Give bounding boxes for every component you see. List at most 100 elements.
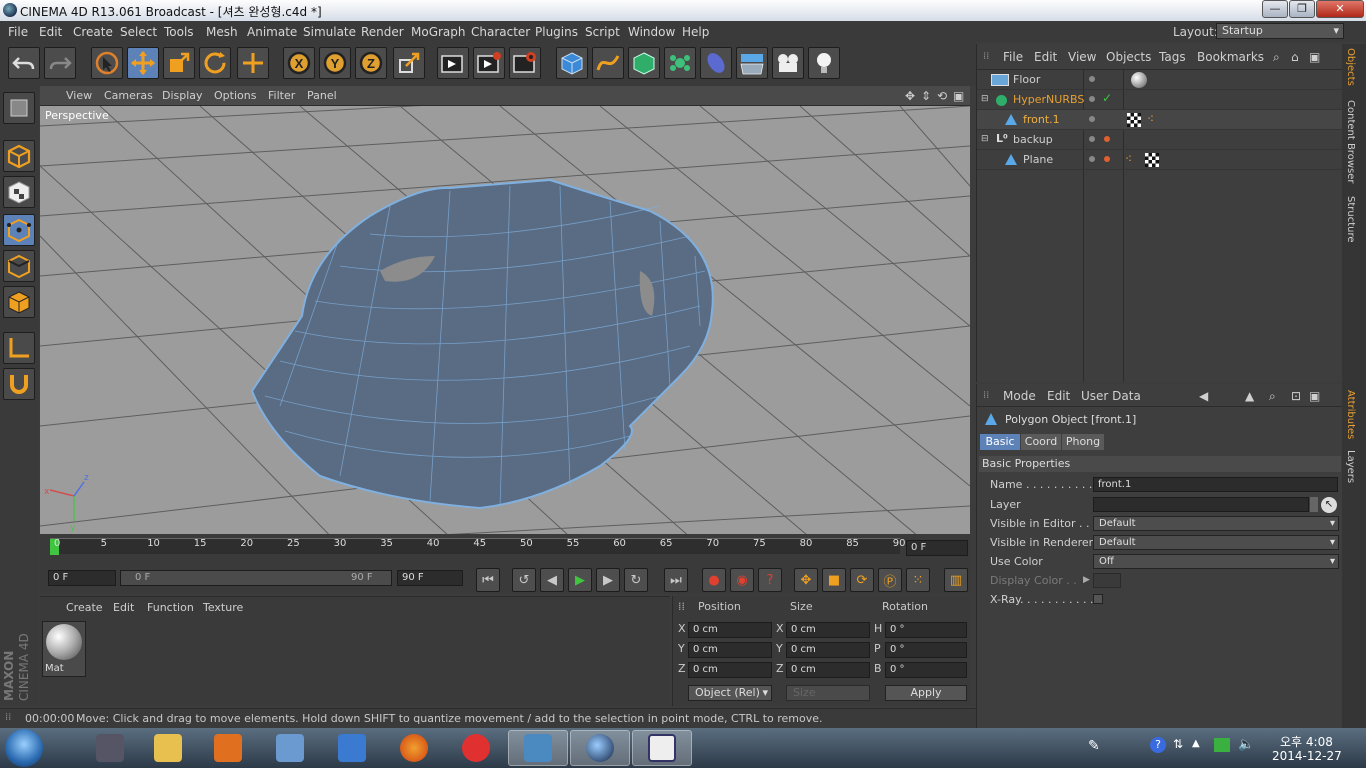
menu-simulate[interactable]: Simulate (303, 25, 356, 39)
display-color-swatch[interactable] (1093, 573, 1121, 588)
objmgr-menu-file[interactable]: File (1003, 50, 1023, 64)
attrmgr-menu-mode[interactable]: Mode (1003, 389, 1036, 403)
menu-mesh[interactable]: Mesh (206, 25, 238, 39)
name-input[interactable]: front.1 (1093, 477, 1338, 492)
object-row-plane[interactable]: Plane ⁖ (977, 150, 1343, 170)
objmgr-maximize-icon[interactable]: ▣ (1309, 50, 1320, 64)
menu-create[interactable]: Create (73, 25, 113, 39)
viewport-menu-view[interactable]: View (66, 89, 92, 102)
viewport-maximize-icon[interactable]: ▣ (953, 89, 964, 103)
polygons-mode-icon[interactable] (3, 286, 35, 318)
task-app-icon[interactable] (446, 730, 506, 766)
tab-coord[interactable]: Coord (1021, 434, 1061, 450)
material-menu-function[interactable]: Function (147, 601, 194, 614)
phong-tag-icon[interactable]: ⁖ (1147, 112, 1154, 126)
attrmgr-menu-userdata[interactable]: User Data (1081, 389, 1141, 403)
side-tab-content-browser[interactable]: Content Browser (1345, 100, 1356, 183)
visibility-dot[interactable] (1089, 156, 1095, 162)
menu-file[interactable]: File (8, 25, 28, 39)
record-keys-icon[interactable]: ● (702, 568, 726, 592)
collapse-icon[interactable]: ⊟ (981, 94, 989, 104)
position-field[interactable]: 0 cm (688, 622, 772, 638)
perspective-viewport[interactable]: x z y Perspective (40, 106, 970, 534)
keyframe-selection-icon[interactable]: ? (758, 568, 782, 592)
texture-tag-icon[interactable] (1127, 113, 1141, 127)
live-selection-icon[interactable] (91, 47, 123, 79)
task-live-icon[interactable] (632, 730, 692, 766)
play-icon[interactable]: ▶ (568, 568, 592, 592)
tray-network-icon[interactable]: ⇅ (1173, 737, 1183, 751)
layer-picker-icon[interactable]: ↖ (1321, 497, 1337, 513)
rotation-field[interactable]: 0 ° (885, 662, 967, 678)
tray-volume-icon[interactable]: 🔈 (1238, 737, 1254, 752)
attrmgr-menu-edit[interactable]: Edit (1047, 389, 1070, 403)
timeline-scheme-icon[interactable]: ▥ (944, 568, 968, 592)
menu-render[interactable]: Render (361, 25, 404, 39)
scale-icon[interactable] (163, 47, 195, 79)
task-explorer-icon[interactable] (138, 730, 198, 766)
key-rotation-icon[interactable]: ⟳ (850, 568, 874, 592)
viewport-menu-display[interactable]: Display (162, 89, 203, 102)
menu-plugins[interactable]: Plugins (535, 25, 578, 39)
material-menu-texture[interactable]: Texture (203, 601, 243, 614)
model-mode-icon[interactable] (3, 140, 35, 172)
menu-edit[interactable]: Edit (39, 25, 62, 39)
tab-basic[interactable]: Basic (980, 434, 1020, 450)
menu-help[interactable]: Help (682, 25, 709, 39)
task-vs-icon[interactable] (322, 730, 382, 766)
viewport-move-icon[interactable]: ✥ (905, 89, 915, 103)
visible-in-editor-select[interactable]: Default ▾ (1093, 516, 1339, 531)
menu-select[interactable]: Select (120, 25, 157, 39)
array-icon[interactable] (664, 47, 696, 79)
material-menu-create[interactable]: Create (66, 601, 103, 614)
viewport-menu-panel[interactable]: Panel (307, 89, 337, 102)
menu-window[interactable]: Window (628, 25, 675, 39)
position-field[interactable]: 0 cm (688, 642, 772, 658)
tray-pen-icon[interactable]: ✎ (1088, 738, 1100, 754)
z-axis-icon[interactable]: Z (355, 47, 387, 79)
tab-phong[interactable]: Phong (1062, 434, 1104, 450)
spline-icon[interactable] (592, 47, 624, 79)
axis-mode-icon[interactable] (3, 332, 35, 364)
deformer-icon[interactable] (700, 47, 732, 79)
menu-tools[interactable]: Tools (164, 25, 194, 39)
snap-icon[interactable] (3, 368, 35, 400)
tray-clock-date[interactable]: 2014-12-27 (1272, 749, 1342, 763)
xray-checkbox[interactable] (1093, 594, 1103, 604)
render-picture-viewer-icon[interactable] (473, 47, 505, 79)
material-menu-edit[interactable]: Edit (113, 601, 134, 614)
y-axis-icon[interactable]: Y (319, 47, 351, 79)
make-editable-icon[interactable] (3, 92, 35, 124)
object-row-front1[interactable]: front.1 ⁖ (977, 110, 1343, 130)
collapse-icon[interactable]: ⊟ (981, 134, 989, 144)
viewport-zoom-icon[interactable]: ⇕ (921, 89, 931, 103)
task-firefox-icon[interactable] (384, 730, 444, 766)
size-field[interactable]: 0 cm (786, 662, 870, 678)
auto-key-icon[interactable]: ◉ (730, 568, 754, 592)
close-button[interactable]: ✕ (1316, 0, 1364, 18)
task-photo-icon[interactable] (260, 730, 320, 766)
size-field[interactable]: 0 cm (786, 622, 870, 638)
render-visibility-dot[interactable] (1104, 156, 1110, 162)
rotation-field[interactable]: 0 ° (885, 622, 967, 638)
menu-character[interactable]: Character (471, 25, 530, 39)
object-row-hypernurbs[interactable]: ⊟ HyperNURBS ✓ (977, 90, 1343, 110)
lock-icon[interactable]: ⊡ (1291, 389, 1301, 403)
floor-icon[interactable] (736, 47, 768, 79)
task-cinema4d-icon[interactable] (570, 730, 630, 766)
rotate-icon[interactable] (199, 47, 231, 79)
objmgr-menu-view[interactable]: View (1068, 50, 1096, 64)
maximize-button[interactable]: ❐ (1289, 0, 1315, 18)
texture-tag-icon[interactable] (1145, 153, 1159, 167)
back-arrow-icon[interactable]: ◀ (1199, 389, 1208, 403)
material-swatch[interactable]: Mat (42, 621, 86, 677)
objmgr-menu-edit[interactable]: Edit (1034, 50, 1057, 64)
render-view-icon[interactable] (437, 47, 469, 79)
task-printer-icon[interactable] (80, 730, 140, 766)
key-parameter-icon[interactable]: Ⓟ (878, 568, 902, 592)
move-icon[interactable] (127, 47, 159, 79)
side-tab-structure[interactable]: Structure (1345, 196, 1356, 243)
light-icon[interactable] (808, 47, 840, 79)
menu-mograph[interactable]: MoGraph (411, 25, 466, 39)
size-mode-select[interactable]: Size (786, 685, 870, 701)
